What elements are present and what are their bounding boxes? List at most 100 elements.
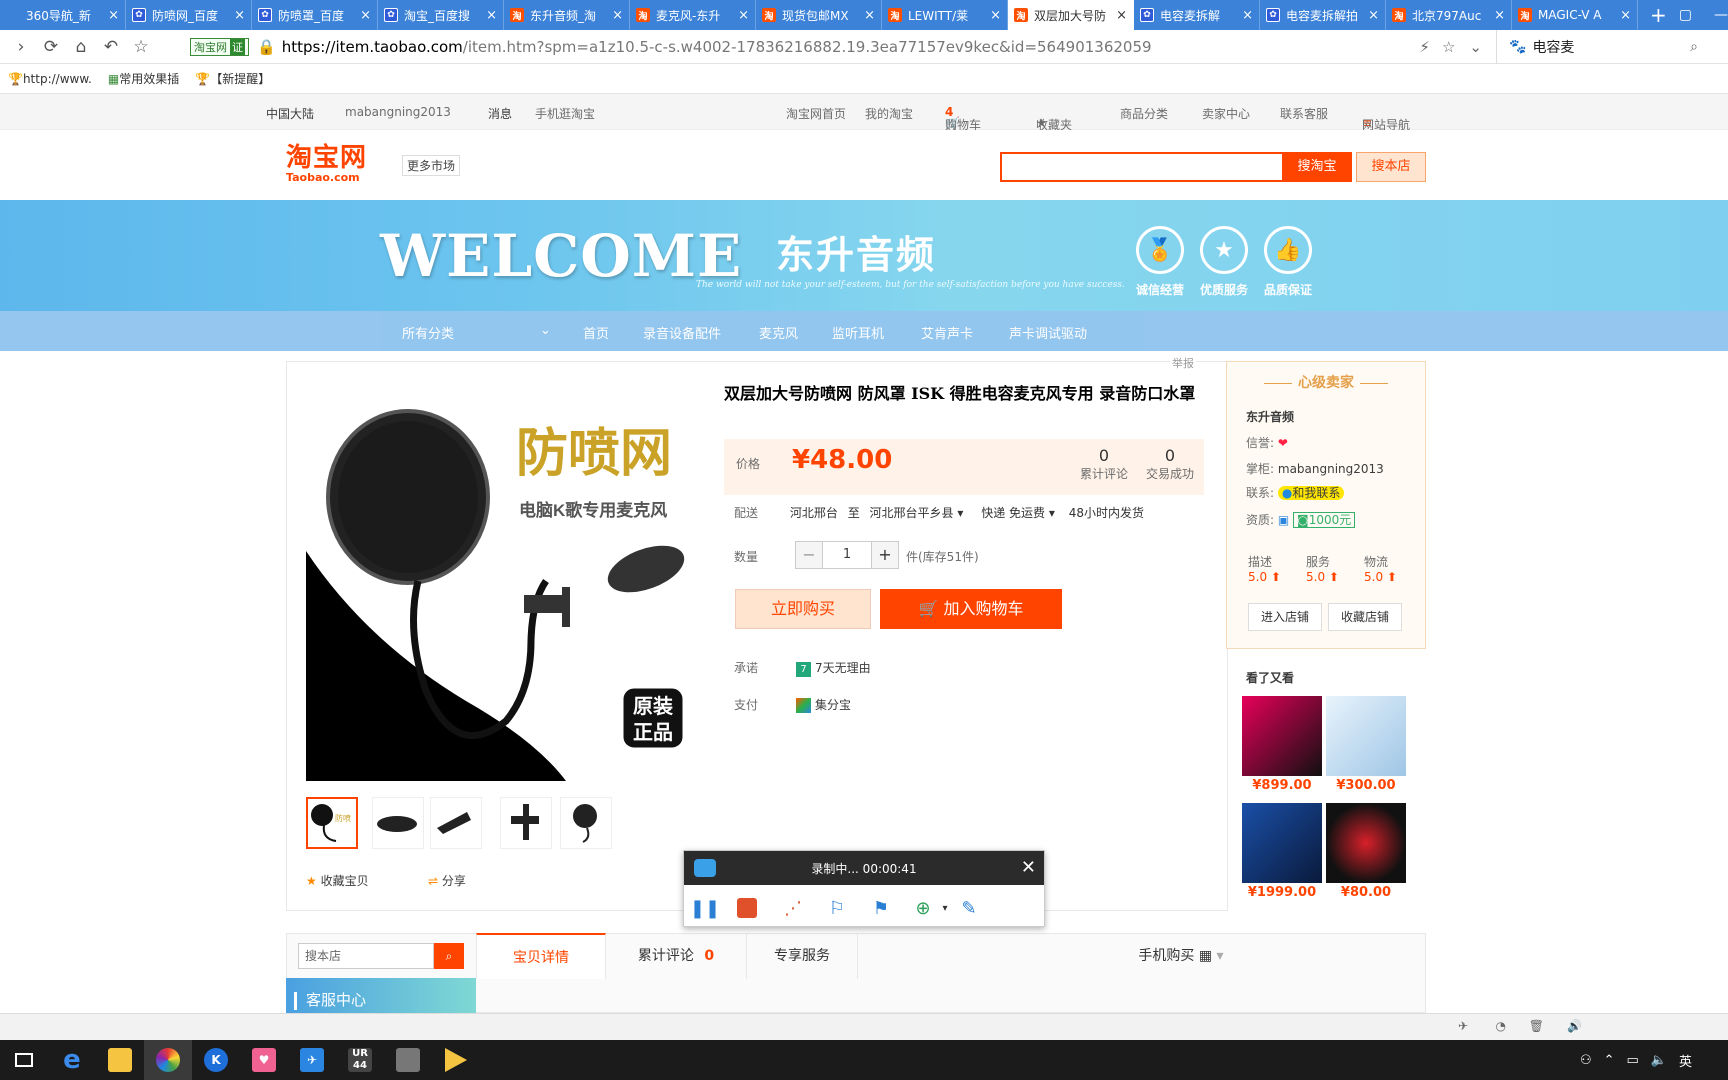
id-card-icon[interactable]: ▣ [1278, 513, 1289, 527]
edge-icon[interactable]: e [48, 1040, 96, 1080]
pay-item[interactable]: 集分宝 [796, 696, 851, 713]
close-tab-icon[interactable]: × [1494, 8, 1505, 23]
thumbnail[interactable] [500, 797, 552, 849]
close-tab-icon[interactable]: × [1620, 8, 1631, 23]
bookmark-item[interactable]: ▦常用效果插 [108, 70, 179, 87]
ur44-icon[interactable]: UR 44 [336, 1040, 384, 1080]
add-to-cart-button[interactable]: 🛒 加入购物车 [880, 589, 1062, 629]
thumbnail[interactable]: 防喷 [306, 797, 358, 849]
marker-icon[interactable]: ⚐ [824, 895, 850, 921]
search-shop-button[interactable]: 搜本店 [1356, 152, 1426, 182]
home-icon[interactable]: ⌂ [66, 37, 96, 57]
promise-item[interactable]: 7 7天无理由 [796, 659, 871, 677]
close-tab-icon[interactable]: × [108, 8, 119, 23]
report-link[interactable]: 举报 [1170, 355, 1196, 371]
deposit-badge[interactable]: ◙1000元 [1293, 512, 1356, 528]
messages-link[interactable]: 消息 [488, 105, 512, 122]
browser-search-box[interactable]: 🐾 电容麦 ⌕ [1496, 30, 1728, 64]
close-tab-icon[interactable]: × [360, 8, 371, 23]
close-tab-icon[interactable]: × [864, 8, 875, 23]
recommended-price[interactable]: ¥80.00 [1326, 885, 1406, 900]
bookmark-item[interactable]: 🏆http://www. [8, 72, 92, 86]
share-link[interactable]: ⇌ 分享 [428, 872, 466, 889]
favorite-shop-button[interactable]: 收藏店铺 [1328, 603, 1402, 631]
qq-mail-icon[interactable]: ✈ [288, 1040, 336, 1080]
file-explorer-icon[interactable] [96, 1040, 144, 1080]
ime-indicator[interactable]: 英 [1679, 1051, 1692, 1070]
keeper-name[interactable]: mabangning2013 [1278, 462, 1384, 476]
categories-link[interactable]: 商品分类 [1120, 105, 1168, 122]
more-market-dropdown[interactable]: 更多市场 [402, 155, 461, 176]
tab-details[interactable]: 宝贝详情 [476, 933, 606, 979]
close-tab-icon[interactable]: × [1368, 8, 1379, 23]
category-microphone[interactable]: 麦克风 [759, 323, 798, 342]
browser-tab[interactable]: 淘 LEWITT/莱 × [882, 0, 1008, 30]
people-icon[interactable]: ⚇ [1580, 1053, 1592, 1068]
recommended-product-image[interactable] [1242, 696, 1322, 776]
bookmark-item[interactable]: 🏆【新提醒】 [195, 70, 270, 87]
speaker-icon[interactable]: 🔈 [1651, 1053, 1667, 1068]
recorder-app-icon[interactable] [384, 1040, 432, 1080]
mobile-buy[interactable]: 手机购买 ▦ ▾ [1116, 933, 1246, 979]
dropdown-icon[interactable]: ⌄ [1469, 38, 1482, 56]
thumbnail[interactable] [560, 797, 612, 849]
favorite-star-icon[interactable]: ☆ [126, 37, 156, 57]
tab-reviews[interactable]: 累计评论 0 [606, 933, 746, 979]
close-tab-icon[interactable]: × [486, 8, 497, 23]
media-player-icon[interactable] [432, 1040, 480, 1080]
chevron-down-icon[interactable]: ⌄ [540, 323, 551, 338]
flag-icon[interactable]: ⚑ [868, 895, 894, 921]
browser-tab[interactable]: 淘现货包邮MX × [756, 0, 882, 30]
contact-link[interactable]: 联系客服 [1280, 105, 1328, 122]
contact-seller-button[interactable]: ●和我联系 [1277, 486, 1345, 500]
browser-tab[interactable]: ✿ 电容麦拆解 × [1134, 0, 1260, 30]
network-icon[interactable]: ▭ [1627, 1053, 1639, 1068]
quantity-increase-button[interactable]: + [871, 541, 899, 569]
kugou-icon[interactable]: K [192, 1040, 240, 1080]
360-browser-icon[interactable] [144, 1040, 192, 1080]
search-taobao-button[interactable]: 搜淘宝 [1282, 152, 1352, 182]
browser-tab[interactable]: ✿ 防喷网_百度 × [126, 0, 252, 30]
taobao-search-input[interactable] [1000, 152, 1282, 182]
close-tab-icon[interactable]: × [612, 8, 623, 23]
undo-icon[interactable]: ↶ [96, 37, 126, 57]
quantity-decrease-button[interactable]: − [795, 541, 823, 569]
close-tab-icon[interactable]: × [990, 8, 1001, 23]
heart-app-icon[interactable]: ♥ [240, 1040, 288, 1080]
seller-center-link[interactable]: 卖家中心 [1202, 105, 1250, 122]
browser-tab[interactable]: ✿ 电容麦拆解拍 × [1260, 0, 1386, 30]
search-icon[interactable]: ⌕ [1690, 39, 1698, 55]
skin-icon[interactable]: ▢ [1679, 7, 1692, 23]
category-soundcard[interactable]: 艾肯声卡 [921, 323, 973, 342]
reviews-stat[interactable]: 0 累计评论 [1076, 446, 1132, 482]
new-tab-button[interactable]: + [1638, 0, 1679, 30]
thumbnail[interactable] [430, 797, 482, 849]
close-tab-icon[interactable]: × [1116, 8, 1127, 23]
rocket-icon[interactable]: ✈ [1458, 1019, 1468, 1033]
pause-icon[interactable]: ❚❚ [690, 895, 720, 921]
minimize-icon[interactable]: — [1714, 7, 1728, 23]
back-icon[interactable]: › [6, 37, 36, 57]
recommended-product-image[interactable] [1242, 803, 1322, 883]
bookmark-star-icon[interactable]: ☆ [1442, 38, 1455, 56]
category-home[interactable]: 首页 [583, 323, 609, 342]
lightning-icon[interactable]: ⚡ [1419, 38, 1430, 56]
draw-line-icon[interactable]: ⋰ [780, 895, 806, 921]
task-view-icon[interactable] [0, 1040, 48, 1080]
close-tab-icon[interactable]: × [738, 8, 749, 23]
recommended-price[interactable]: ¥1999.00 [1242, 885, 1322, 900]
home-link[interactable]: 淘宝网首页 [786, 105, 846, 122]
browser-tab[interactable]: 淘北京797Auc × [1386, 0, 1512, 30]
recommended-product-image[interactable] [1326, 696, 1406, 776]
recommended-price[interactable]: ¥899.00 [1242, 778, 1322, 793]
browser-tab[interactable]: 淘双层加大号防 × [1008, 0, 1134, 30]
volume-icon[interactable]: 🔊 [1567, 1019, 1582, 1033]
cart-link[interactable]: 🛒 购物车 4 [945, 105, 981, 132]
recommended-product-image[interactable] [1326, 803, 1406, 883]
trash-icon[interactable]: 🗑 [1529, 1019, 1544, 1033]
my-taobao-link[interactable]: 我的淘宝 [865, 105, 913, 122]
close-tab-icon[interactable]: × [1242, 8, 1253, 23]
browser-tab[interactable]: 360导航_新 × [0, 0, 126, 30]
seller-shop-name[interactable]: 东升音频 [1246, 408, 1294, 425]
quantity-input[interactable]: 1 [823, 541, 871, 569]
